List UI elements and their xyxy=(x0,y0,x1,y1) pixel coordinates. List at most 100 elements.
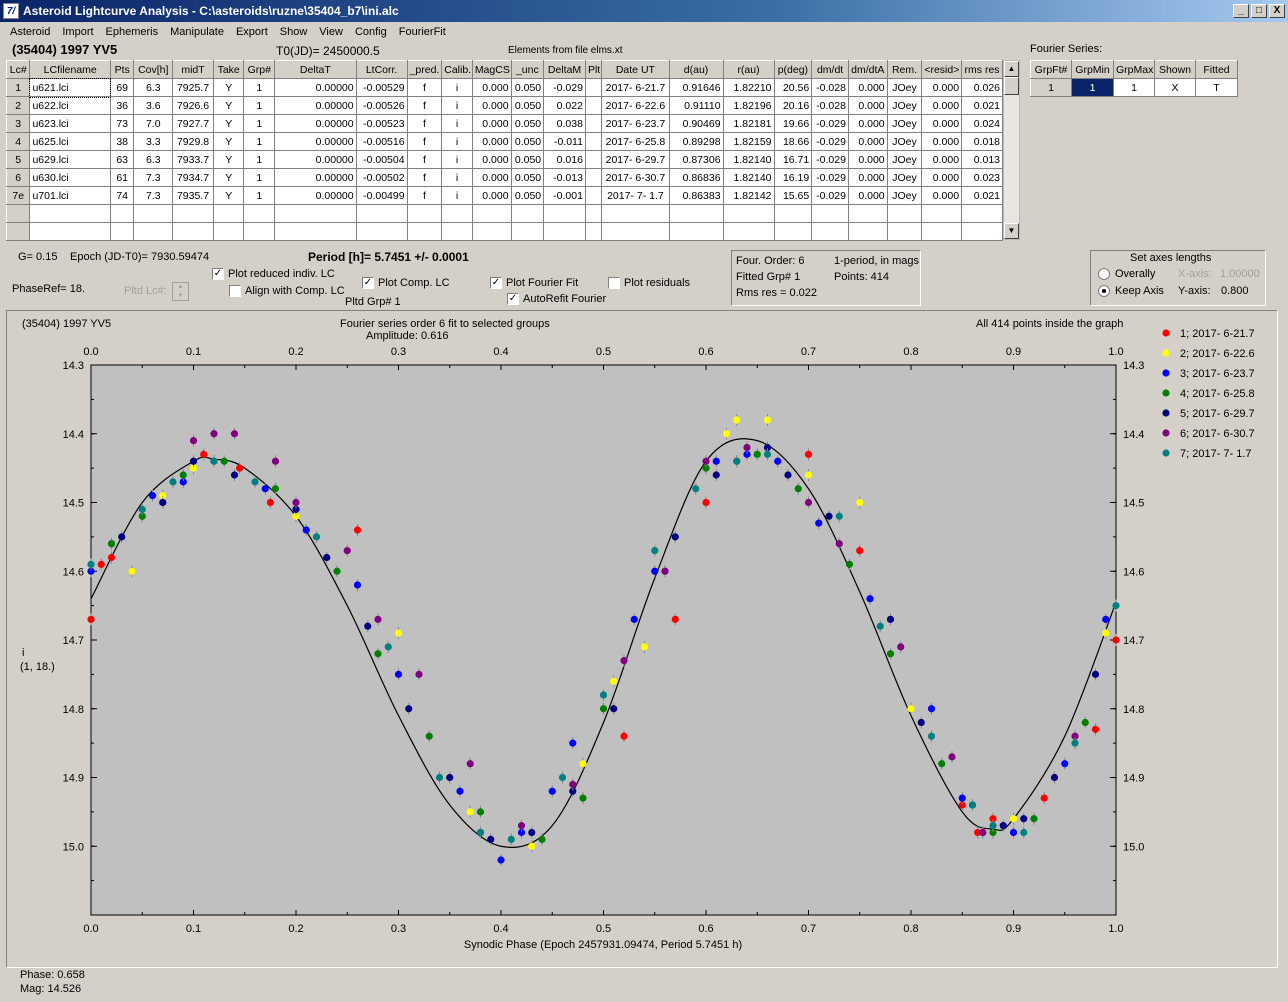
table-cell[interactable]: f xyxy=(406,132,443,151)
table-cell[interactable]: JOey xyxy=(886,114,923,133)
table-cell[interactable]: -0.028 xyxy=(811,78,849,97)
table-cell[interactable]: 0.000 xyxy=(847,96,888,115)
table-cell[interactable]: 0.021 xyxy=(961,186,1003,205)
table-cell[interactable]: f xyxy=(406,168,443,187)
table-cell[interactable]: 0.000 xyxy=(921,132,963,151)
table-cell[interactable]: 0.018 xyxy=(961,132,1003,151)
table-cell[interactable]: 7.0 xyxy=(133,114,174,133)
table-cell[interactable]: i xyxy=(441,168,473,187)
table-cell[interactable]: 0.013 xyxy=(961,150,1003,169)
table-cell[interactable]: 61 xyxy=(109,168,135,187)
table-cell[interactable]: -0.028 xyxy=(811,96,849,115)
table-cell[interactable]: 3.3 xyxy=(133,132,174,151)
table-cell[interactable]: i xyxy=(441,132,473,151)
table-cell[interactable]: Y xyxy=(212,150,245,169)
table-cell[interactable] xyxy=(584,78,603,97)
table-cell[interactable]: 0.000 xyxy=(921,168,963,187)
close-button[interactable]: X xyxy=(1269,4,1285,18)
table-cell[interactable]: 6 xyxy=(5,168,31,187)
table-cell[interactable]: 7.3 xyxy=(133,168,174,187)
table-cell[interactable]: i xyxy=(441,114,473,133)
table-cell[interactable]: 0.00000 xyxy=(274,186,357,205)
table-cell[interactable]: 73 xyxy=(109,114,135,133)
table-cell[interactable]: 0.050 xyxy=(510,78,545,97)
table-cell[interactable]: 1.82142 xyxy=(722,186,775,205)
table-cell[interactable]: u629.lci xyxy=(29,150,111,169)
table-cell[interactable]: 69 xyxy=(109,78,135,97)
table-cell[interactable]: 1 xyxy=(243,96,276,115)
table-cell[interactable]: 0.87306 xyxy=(668,150,724,169)
table-cell[interactable]: 7e xyxy=(5,186,31,205)
table-cell[interactable]: 0.00000 xyxy=(274,114,357,133)
table-cell[interactable]: i xyxy=(441,96,473,115)
table-row[interactable]: 4 u625.lci 38 3.3 7929.8 Y 1 0.00000 -0.00516 f i 0… xyxy=(5,132,1003,151)
table-cell[interactable]: 7925.7 xyxy=(172,78,214,97)
table-cell[interactable]: 1 xyxy=(243,114,276,133)
table-cell[interactable]: u630.lci xyxy=(29,168,111,187)
table-cell[interactable]: 0.000 xyxy=(921,96,963,115)
table-cell[interactable]: 0.000 xyxy=(847,168,888,187)
fourier-cell-grpft[interactable]: 1 xyxy=(1030,78,1072,97)
table-cell[interactable]: -0.00516 xyxy=(355,132,408,151)
table-cell[interactable]: JOey xyxy=(886,96,923,115)
plot-fourier-checkbox[interactable]: ✓ Plot Fourier Fit xyxy=(490,277,578,290)
table-cell[interactable]: 1 xyxy=(243,132,276,151)
plot-comp-checkbox[interactable]: ✓ Plot Comp. LC xyxy=(362,277,450,290)
table-cell[interactable]: 1 xyxy=(243,168,276,187)
table-cell[interactable]: JOey xyxy=(886,132,923,151)
table-cell[interactable]: 7929.8 xyxy=(172,132,214,151)
table-cell[interactable]: 6.3 xyxy=(133,150,174,169)
table-cell[interactable]: 2017- 6-22.6 xyxy=(601,96,670,115)
table-cell[interactable]: 0.00000 xyxy=(274,168,357,187)
table-cell[interactable]: 0.000 xyxy=(847,150,888,169)
table-cell[interactable]: -0.00523 xyxy=(355,114,408,133)
table-row[interactable]: 7e u701.lci 74 7.3 7935.7 Y 1 0.00000 -0.00499 f i… xyxy=(5,186,1003,205)
menu-manipulate[interactable]: Manipulate xyxy=(164,26,230,38)
table-cell[interactable]: i xyxy=(441,150,473,169)
table-cell[interactable]: 0.022 xyxy=(543,96,586,115)
table-cell[interactable] xyxy=(584,96,603,115)
fourier-cell-grpmax[interactable]: 1 xyxy=(1113,78,1155,97)
table-cell[interactable]: 20.56 xyxy=(773,78,813,97)
table-cell[interactable]: JOey xyxy=(886,186,923,205)
table-cell[interactable]: u701.lci xyxy=(29,186,111,205)
table-cell[interactable]: u622.lci xyxy=(29,96,111,115)
table-cell[interactable]: 0.000 xyxy=(471,114,512,133)
table-cell[interactable]: i xyxy=(441,78,473,97)
table-cell[interactable]: 1 xyxy=(5,78,31,97)
table-cell[interactable]: 2017- 7- 1.7 xyxy=(601,186,670,205)
table-cell[interactable]: 20.16 xyxy=(773,96,813,115)
table-cell[interactable]: 16.19 xyxy=(773,168,813,187)
table-cell[interactable] xyxy=(584,168,603,187)
table-cell[interactable]: 16.71 xyxy=(773,150,813,169)
table-cell[interactable]: u621.lci xyxy=(28,77,112,98)
table-cell[interactable]: 0.86836 xyxy=(668,168,724,187)
table-cell[interactable]: 3.6 xyxy=(133,96,174,115)
table-cell[interactable]: 0.000 xyxy=(921,114,963,133)
table-cell[interactable]: 0.024 xyxy=(961,114,1003,133)
table-cell[interactable]: 1.82159 xyxy=(722,132,775,151)
table-cell[interactable]: -0.029 xyxy=(543,78,586,97)
table-cell[interactable] xyxy=(584,132,603,151)
menu-asteroid[interactable]: Asteroid xyxy=(4,26,56,38)
table-cell[interactable]: 0.000 xyxy=(921,186,963,205)
table-cell[interactable]: 0.026 xyxy=(961,78,1003,97)
table-cell[interactable]: 7935.7 xyxy=(172,186,214,205)
table-cell[interactable]: 36 xyxy=(109,96,135,115)
table-cell[interactable]: 6.3 xyxy=(133,78,174,97)
table-cell[interactable]: 2017- 6-29.7 xyxy=(601,150,670,169)
table-cell[interactable]: u623.lci xyxy=(29,114,111,133)
table-cell[interactable]: JOey xyxy=(886,78,923,97)
table-cell[interactable]: i xyxy=(441,186,473,205)
table-cell[interactable]: 0.023 xyxy=(961,168,1003,187)
table-cell[interactable]: 0.000 xyxy=(471,78,512,97)
table-cell[interactable]: f xyxy=(406,96,443,115)
table-cell[interactable]: -0.029 xyxy=(811,150,849,169)
table-cell[interactable]: 0.000 xyxy=(471,150,512,169)
fourier-cell-fitted[interactable]: T xyxy=(1195,78,1238,97)
table-cell[interactable]: 0.86383 xyxy=(668,186,724,205)
autorefit-checkbox[interactable]: ✓ AutoRefit Fourier xyxy=(507,293,606,306)
table-scrollbar[interactable]: ▲ ▼ xyxy=(1003,60,1020,240)
fourier-cell-shown[interactable]: X xyxy=(1154,78,1196,97)
table-cell[interactable]: 7933.7 xyxy=(172,150,214,169)
